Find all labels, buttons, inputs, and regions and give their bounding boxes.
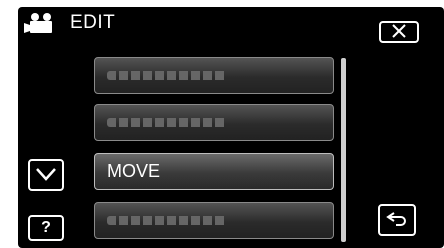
menu-item-move[interactable]: MOVE — [94, 153, 334, 190]
menu-item-label — [107, 216, 227, 225]
back-button[interactable] — [378, 204, 416, 236]
back-arrow-icon — [386, 210, 408, 231]
movie-camera-icon — [22, 10, 62, 36]
menu-item-2[interactable] — [94, 104, 334, 141]
menu-item-1[interactable] — [94, 57, 334, 94]
menu-item-label — [107, 71, 227, 80]
help-button[interactable]: ? — [28, 215, 64, 241]
scrollbar[interactable] — [341, 58, 346, 242]
title-bar: EDIT — [22, 8, 115, 38]
scroll-down-button[interactable] — [28, 159, 64, 191]
page-title: EDIT — [70, 12, 116, 33]
menu-item-label — [107, 118, 227, 127]
close-button[interactable] — [379, 21, 419, 43]
menu-item-label: MOVE — [107, 161, 161, 181]
chevron-down-icon — [35, 167, 57, 184]
menu-item-4[interactable] — [94, 202, 334, 239]
close-icon — [391, 23, 407, 41]
